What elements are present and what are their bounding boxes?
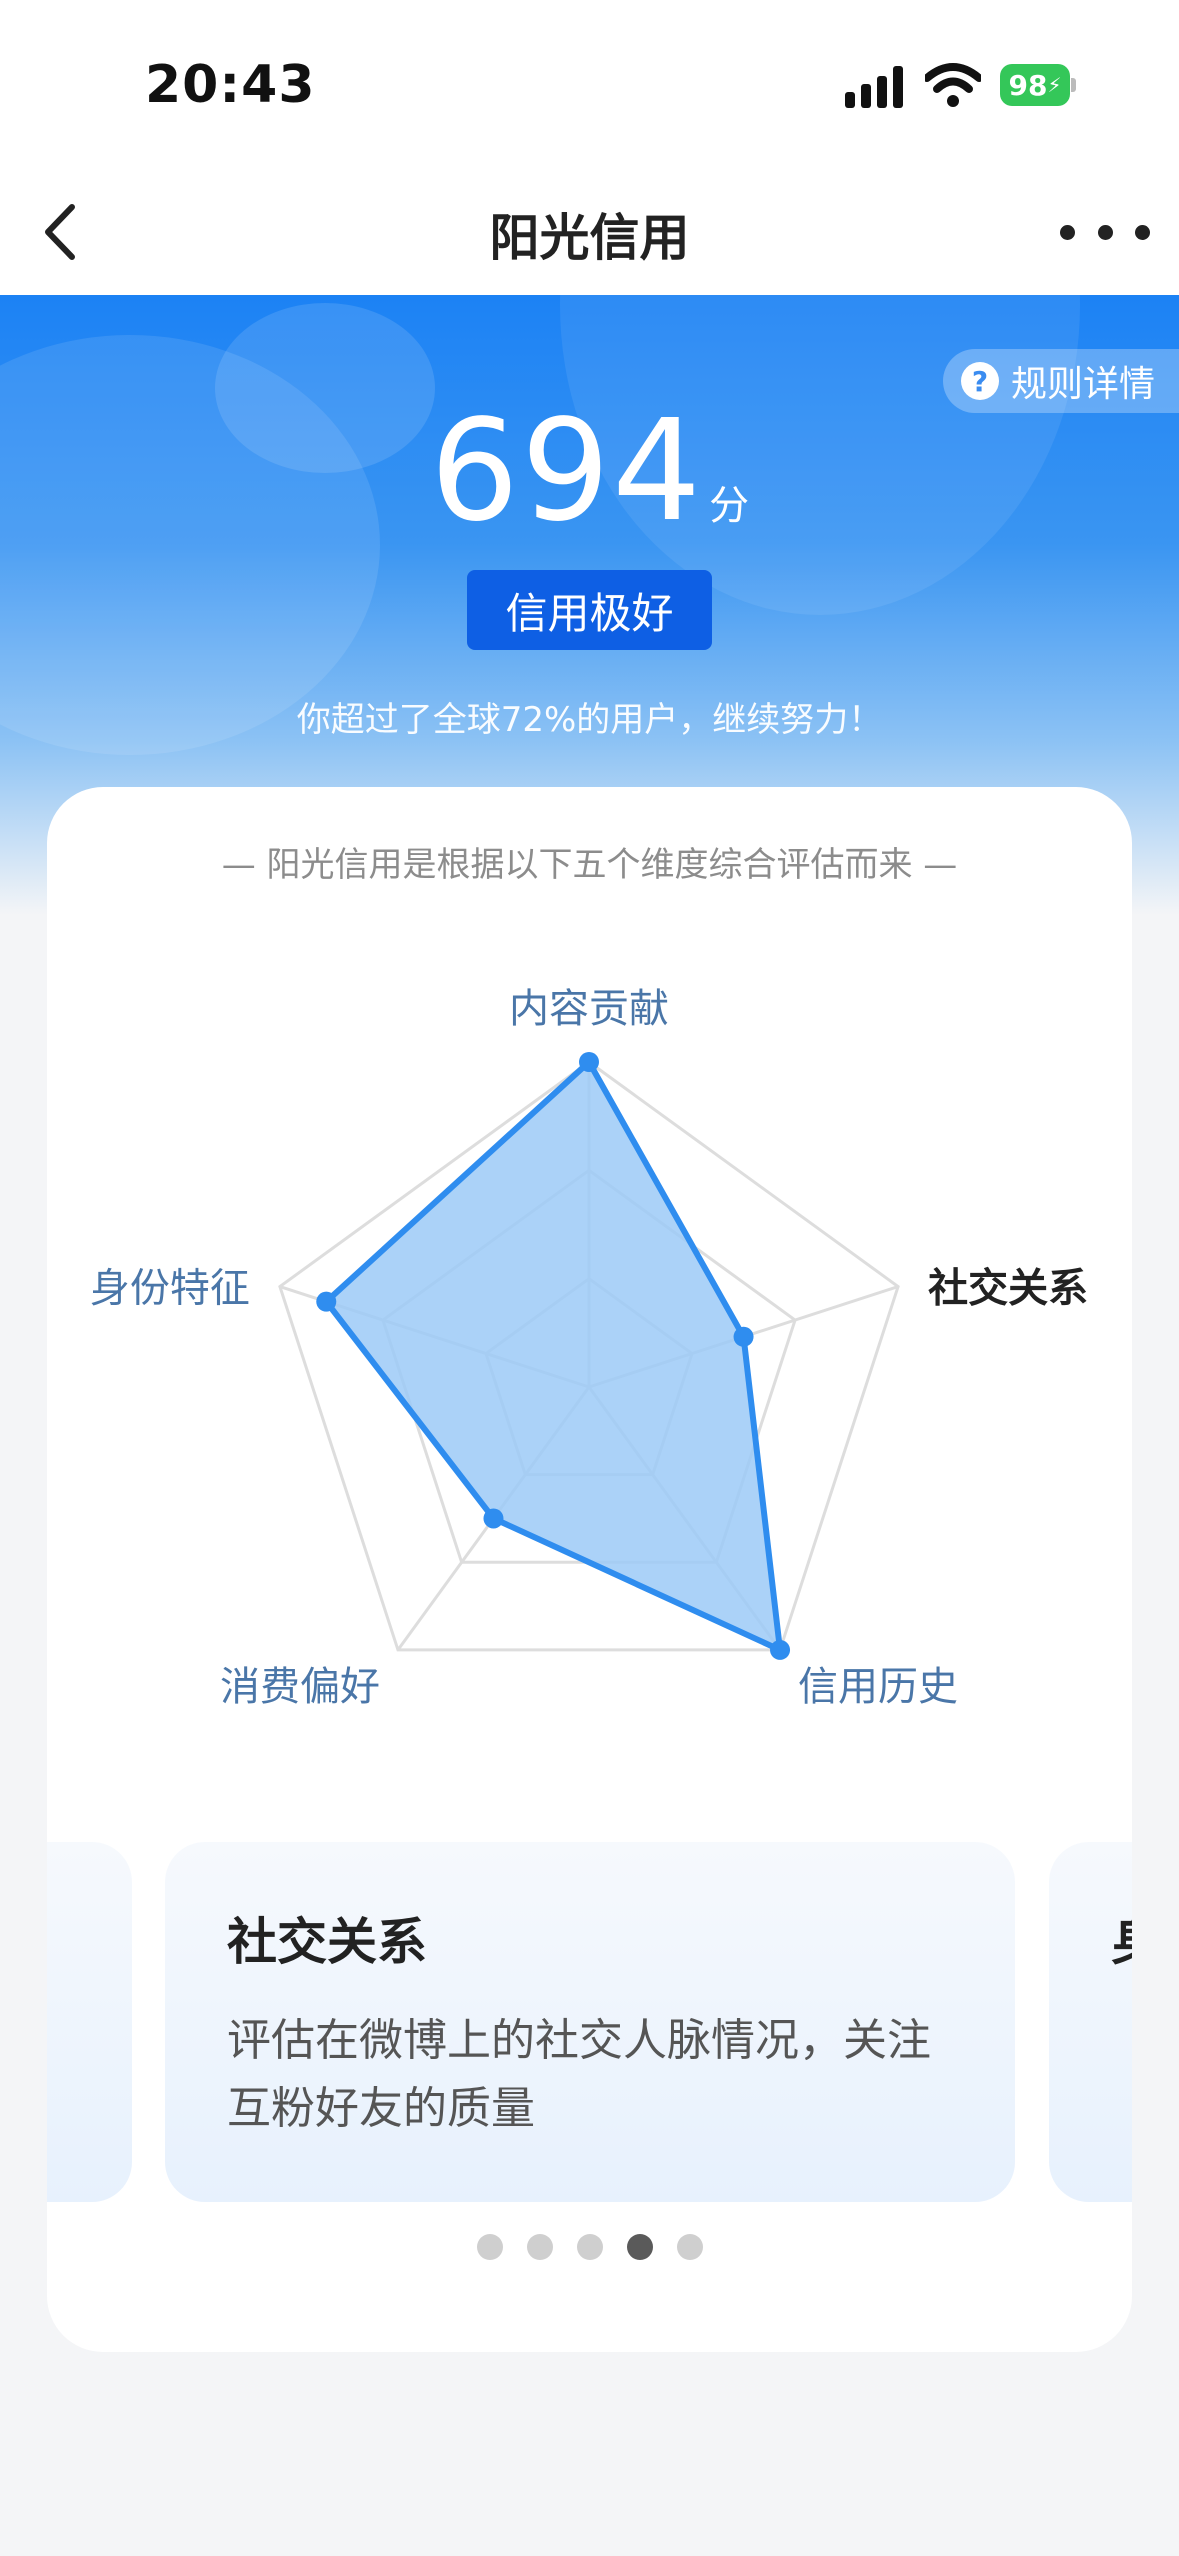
carousel-dot[interactable] <box>476 2234 503 2260</box>
radar-axis-label[interactable]: 社交关系 <box>928 1266 1088 1312</box>
page: 20:43 98 ⚡ 阳光信用 ? 规则详情 694 分 信用极好 你超过了全球… <box>0 0 1179 2556</box>
rank-text: 你超过了全球72%的用户，继续努力！ <box>296 700 883 740</box>
nav-bar: 阳光信用 <box>0 170 1179 295</box>
radar-point <box>316 1291 337 1312</box>
cellular-signal-icon <box>845 66 905 108</box>
radar-point <box>733 1326 754 1347</box>
dimension-title-next: 身 <box>1111 1902 1132 1974</box>
carousel-dot[interactable] <box>626 2234 653 2260</box>
carousel-dots <box>47 2234 1132 2260</box>
carousel-dot[interactable] <box>576 2234 603 2260</box>
radar-axis-label[interactable]: 消费偏好 <box>220 1664 380 1710</box>
more-options-icon[interactable] <box>1060 205 1150 260</box>
dimension-title: 社交关系 <box>227 1913 427 1971</box>
battery-icon: 98 ⚡ <box>1000 64 1076 106</box>
status-time: 20:43 <box>145 55 316 115</box>
page-title: 阳光信用 <box>489 209 690 267</box>
radar-point <box>483 1508 504 1529</box>
dimension-description: 评估在微博上的社交人脉情况，关注互粉好友的质量 <box>227 2015 931 2134</box>
radar-point <box>770 1639 791 1660</box>
dimension-slide-prev[interactable] <box>47 1842 132 2202</box>
radar-axis-label[interactable]: 身份特征 <box>90 1266 250 1312</box>
score-value: 694 <box>429 390 704 553</box>
radar-chart: 内容贡献社交关系信用历史 消费偏好 身份特征 <box>90 986 1088 1710</box>
credit-score: 694 分 <box>0 390 1179 553</box>
credit-level-badge: 信用极好 <box>467 570 712 650</box>
battery-level: 98 <box>1008 68 1048 102</box>
score-unit: 分 <box>709 483 750 529</box>
dimensions-card: — 阳光信用是根据以下五个维度综合评估而来 — 内容贡献 社交关系 信用历史 消费偏好… <box>47 787 1132 2352</box>
dimension-carousel[interactable]: 社交关系 评估在微博上的社交人脉情况，关注互粉好友的质量 身 <box>47 1842 1132 2207</box>
dimension-slide-next[interactable]: 身 <box>1049 1842 1132 2202</box>
wifi-icon <box>925 63 981 107</box>
radar-axis-label[interactable]: 内容贡献 <box>509 986 669 1032</box>
status-bar: 20:43 98 ⚡ <box>0 0 1179 170</box>
dimension-slide-current[interactable]: 社交关系 评估在微博上的社交人脉情况，关注互粉好友的质量 <box>165 1842 1015 2202</box>
radar-point <box>579 1052 599 1072</box>
radar-axis-label[interactable]: 信用历史 <box>798 1664 958 1710</box>
carousel-dot[interactable] <box>676 2234 703 2260</box>
carousel-dot[interactable] <box>526 2234 553 2260</box>
